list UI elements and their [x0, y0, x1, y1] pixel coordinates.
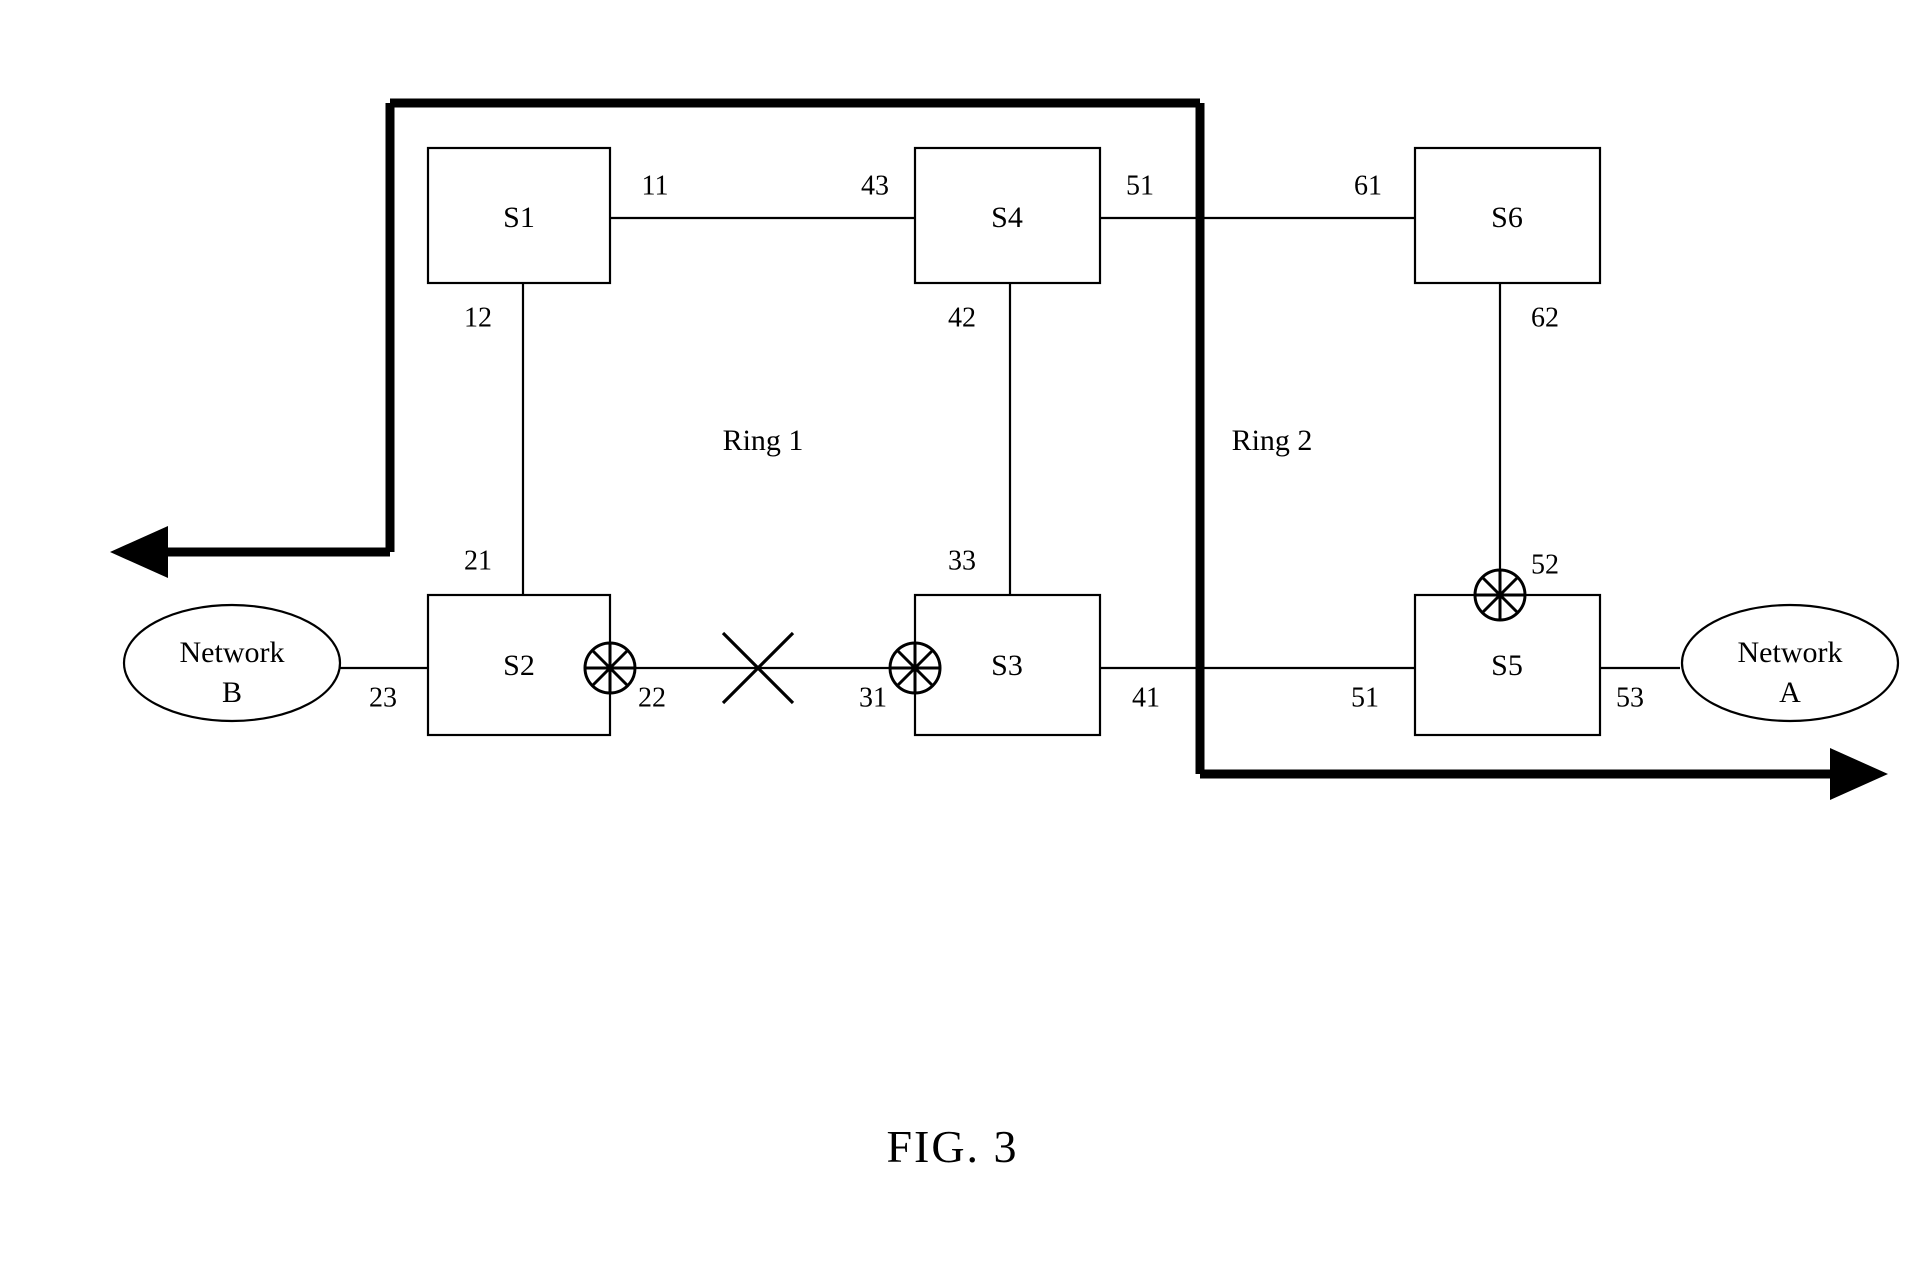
port-label-32: 33 — [948, 545, 976, 576]
figure-caption-container: FIG. 3 — [0, 1120, 1905, 1173]
port-label-43: 51 — [1126, 170, 1154, 201]
port-label-11: 11 — [642, 170, 669, 201]
switch-label-s1: S1 — [503, 201, 535, 234]
ring-label-ring1: Ring 1 — [723, 424, 804, 457]
path-arrowhead-left — [110, 526, 168, 578]
port-label-12: 12 — [464, 302, 492, 333]
port-label-62: 62 — [1531, 302, 1559, 333]
switch-label-s2: S2 — [503, 649, 535, 682]
network-topology-diagram: S1 S4 S6 S2 S3 S5 Network B Network A Ri… — [110, 98, 1900, 800]
ring-label-ring2: Ring 2 — [1232, 424, 1313, 457]
figure-caption: FIG. 3 — [886, 1121, 1019, 1172]
cloud-network-b-line1: Network — [180, 636, 285, 669]
blocked-port-marker-22 — [583, 641, 637, 695]
switch-label-s3: S3 — [991, 649, 1023, 682]
blocked-port-marker-52 — [1473, 568, 1527, 622]
port-label-52: 52 — [1531, 549, 1559, 580]
port-label-22: 22 — [638, 682, 666, 713]
cloud-network-a-line2: A — [1779, 676, 1801, 709]
port-label-33: 41 — [1132, 682, 1160, 713]
path-arrowhead-right — [1830, 748, 1888, 800]
port-label-23: 23 — [369, 682, 397, 713]
port-label-41: 42 — [948, 302, 976, 333]
switch-label-s6: S6 — [1491, 201, 1523, 234]
port-label-53: 53 — [1616, 682, 1644, 713]
port-label-42: 43 — [861, 170, 889, 201]
cloud-network-a-line1: Network — [1738, 636, 1843, 669]
cloud-network-b-line2: B — [222, 676, 242, 709]
patent-figure: S1 S4 S6 S2 S3 S5 Network B Network A Ri… — [0, 0, 1905, 1274]
switch-label-s4: S4 — [991, 201, 1023, 234]
port-label-31: 31 — [859, 682, 887, 713]
port-label-21: 21 — [464, 545, 492, 576]
port-label-51: 51 — [1351, 682, 1379, 713]
port-label-61: 61 — [1354, 170, 1382, 201]
switch-label-s5: S5 — [1491, 649, 1523, 682]
blocked-port-marker-31 — [888, 641, 942, 695]
